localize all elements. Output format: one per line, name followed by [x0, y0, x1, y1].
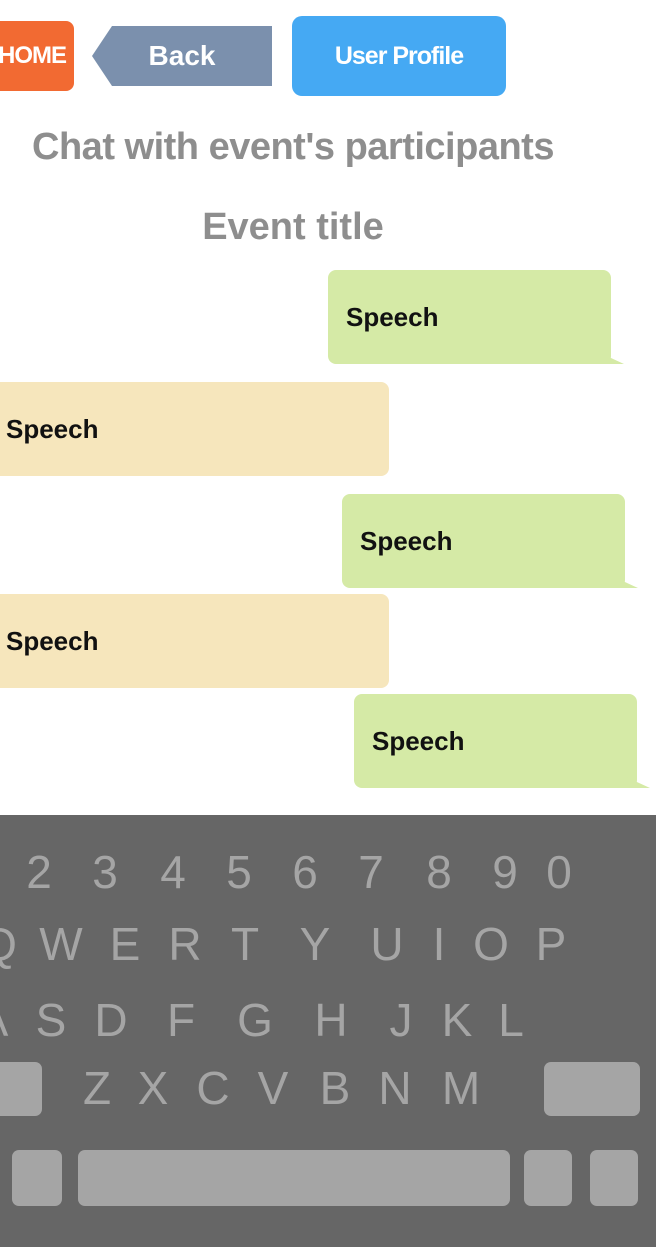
key-q[interactable]: Q	[0, 917, 24, 971]
key-p[interactable]: P	[526, 917, 576, 971]
punctuation-key[interactable]	[524, 1150, 572, 1206]
key-o[interactable]: O	[466, 917, 516, 971]
shift-key[interactable]	[0, 1062, 42, 1116]
page-title: Chat with event's participants	[32, 126, 554, 168]
key-z[interactable]: Z	[72, 1061, 122, 1115]
key-8[interactable]: 8	[414, 845, 464, 899]
key-m[interactable]: M	[436, 1061, 486, 1115]
message-bubble-outgoing: Speech	[342, 494, 625, 588]
key-b[interactable]: B	[310, 1061, 360, 1115]
event-title: Event title	[202, 206, 384, 248]
message-text: Speech	[360, 525, 453, 556]
key-t[interactable]: T	[220, 917, 270, 971]
space-bar[interactable]	[78, 1150, 510, 1206]
key-r[interactable]: R	[160, 917, 210, 971]
message-text: Speech	[372, 725, 465, 756]
key-f[interactable]: F	[156, 993, 206, 1047]
key-u[interactable]: U	[362, 917, 412, 971]
key-6[interactable]: 6	[280, 845, 330, 899]
key-4[interactable]: 4	[148, 845, 198, 899]
key-d[interactable]: D	[86, 993, 136, 1047]
key-3[interactable]: 3	[80, 845, 130, 899]
message-text: Speech	[346, 301, 439, 332]
return-key[interactable]	[590, 1150, 638, 1206]
key-l[interactable]: L	[486, 993, 536, 1047]
backspace-key[interactable]	[544, 1062, 640, 1116]
on-screen-keyboard: 2 3 4 5 6 7 8 9 0 Q W E R T Y U I O P A …	[0, 815, 656, 1247]
key-e[interactable]: E	[100, 917, 150, 971]
message-text: Speech	[6, 413, 99, 444]
key-n[interactable]: N	[370, 1061, 420, 1115]
key-k[interactable]: K	[432, 993, 482, 1047]
key-a[interactable]: A	[0, 993, 18, 1047]
key-i[interactable]: I	[414, 917, 464, 971]
message-bubble-outgoing: Speech	[328, 270, 611, 364]
key-c[interactable]: C	[188, 1061, 238, 1115]
key-2[interactable]: 2	[14, 845, 64, 899]
key-9[interactable]: 9	[480, 845, 530, 899]
message-bubble-outgoing: Speech	[354, 694, 637, 788]
back-button[interactable]: Back	[92, 26, 272, 86]
key-s[interactable]: S	[26, 993, 76, 1047]
key-y[interactable]: Y	[290, 917, 340, 971]
message-bubble-incoming: Speech	[0, 594, 389, 688]
home-button[interactable]: HOME	[0, 21, 74, 91]
key-0[interactable]: 0	[534, 845, 584, 899]
key-5[interactable]: 5	[214, 845, 264, 899]
message-text: Speech	[6, 625, 99, 656]
key-v[interactable]: V	[248, 1061, 298, 1115]
key-j[interactable]: J	[376, 993, 426, 1047]
key-7[interactable]: 7	[346, 845, 396, 899]
key-h[interactable]: H	[306, 993, 356, 1047]
key-g[interactable]: G	[230, 993, 280, 1047]
key-w[interactable]: W	[36, 917, 86, 971]
message-bubble-incoming: Speech	[0, 382, 389, 476]
user-profile-button[interactable]: User Profile	[292, 16, 506, 96]
numbers-toggle-key[interactable]	[12, 1150, 62, 1206]
key-x[interactable]: X	[128, 1061, 178, 1115]
